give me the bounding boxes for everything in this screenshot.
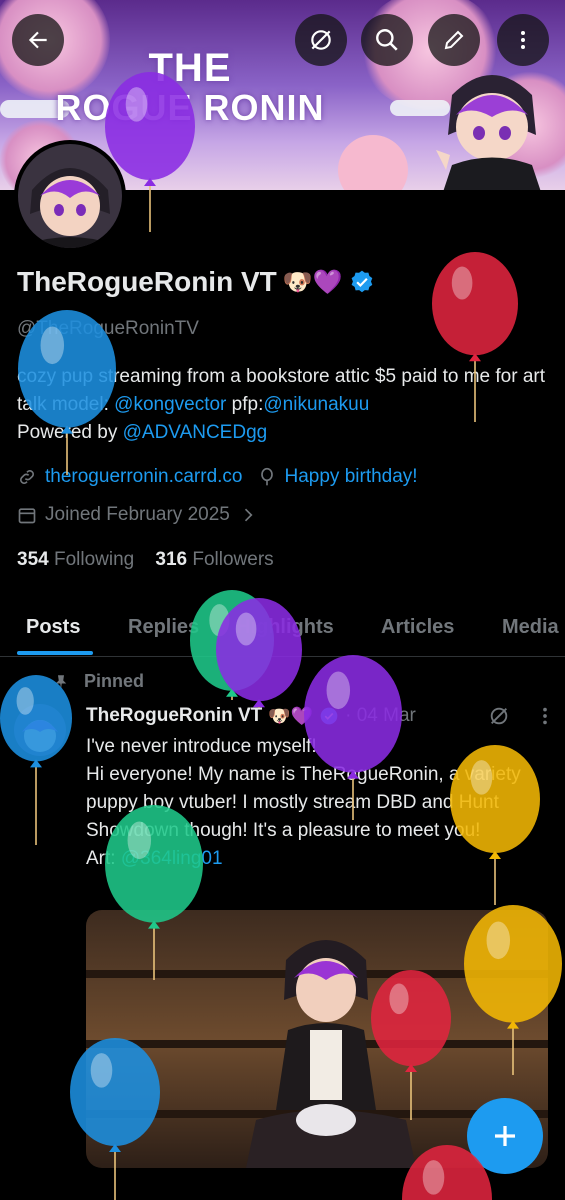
mention-advancedgg[interactable]: @ADVANCEDgg: [123, 422, 268, 443]
balloon: [464, 905, 562, 1075]
balloon: [402, 1145, 492, 1200]
post-more-icon[interactable]: [534, 705, 556, 727]
calendar-icon: [18, 508, 36, 524]
post-grok-icon[interactable]: [488, 705, 510, 727]
followers-link[interactable]: 316 Followers: [155, 549, 273, 570]
search-icon: [376, 29, 398, 51]
balloon: [105, 805, 203, 980]
balloon-icon: [260, 467, 273, 486]
joined-date: Joined February 2025: [45, 504, 230, 525]
balloon: [0, 675, 72, 845]
balloon: [18, 310, 116, 475]
birthday-link[interactable]: Happy birthday!: [285, 466, 418, 488]
banner-character-art: [436, 75, 541, 190]
balloon: [304, 655, 402, 820]
tab-articles[interactable]: Articles: [381, 616, 454, 639]
chevron-right-icon: [244, 508, 253, 522]
back-button[interactable]: [12, 14, 64, 66]
balloon: [216, 598, 302, 708]
name-emojis: 🐶💜: [282, 268, 343, 296]
plus-icon: [495, 1126, 515, 1146]
profile-name: TheRogueRonin VT: [17, 266, 277, 297]
balloon: [105, 72, 195, 232]
edit-icon: [444, 30, 464, 50]
tab-posts[interactable]: Posts: [26, 616, 80, 639]
follow-counts: 354 Following 316 Followers: [17, 549, 274, 571]
verified-icon[interactable]: [349, 269, 375, 295]
tab-replies[interactable]: Replies: [128, 616, 199, 639]
balloon: [432, 252, 518, 422]
profile-name-row: TheRogueRonin VT 🐶💜: [17, 266, 375, 298]
back-arrow-icon: [28, 31, 47, 49]
balloon: [450, 745, 540, 905]
post-author-name[interactable]: TheRogueRonin VT: [86, 705, 262, 727]
balloon: [371, 970, 451, 1120]
balloon: [70, 1038, 160, 1200]
grok-button[interactable]: [295, 14, 347, 66]
more-vertical-icon: [521, 31, 525, 49]
search-button[interactable]: [361, 14, 413, 66]
mention-kongvector[interactable]: @kongvector: [114, 394, 226, 415]
joined-row[interactable]: Joined February 2025: [17, 504, 258, 526]
following-link[interactable]: 354 Following: [17, 549, 134, 570]
mention-nikunakuu[interactable]: @nikunakuu: [263, 394, 369, 415]
active-tab-indicator: [17, 651, 93, 655]
grok-icon: [311, 30, 331, 50]
edit-button[interactable]: [428, 14, 480, 66]
more-button[interactable]: [497, 14, 549, 66]
tab-media[interactable]: Media: [502, 616, 559, 639]
banner-moon: [338, 135, 408, 190]
